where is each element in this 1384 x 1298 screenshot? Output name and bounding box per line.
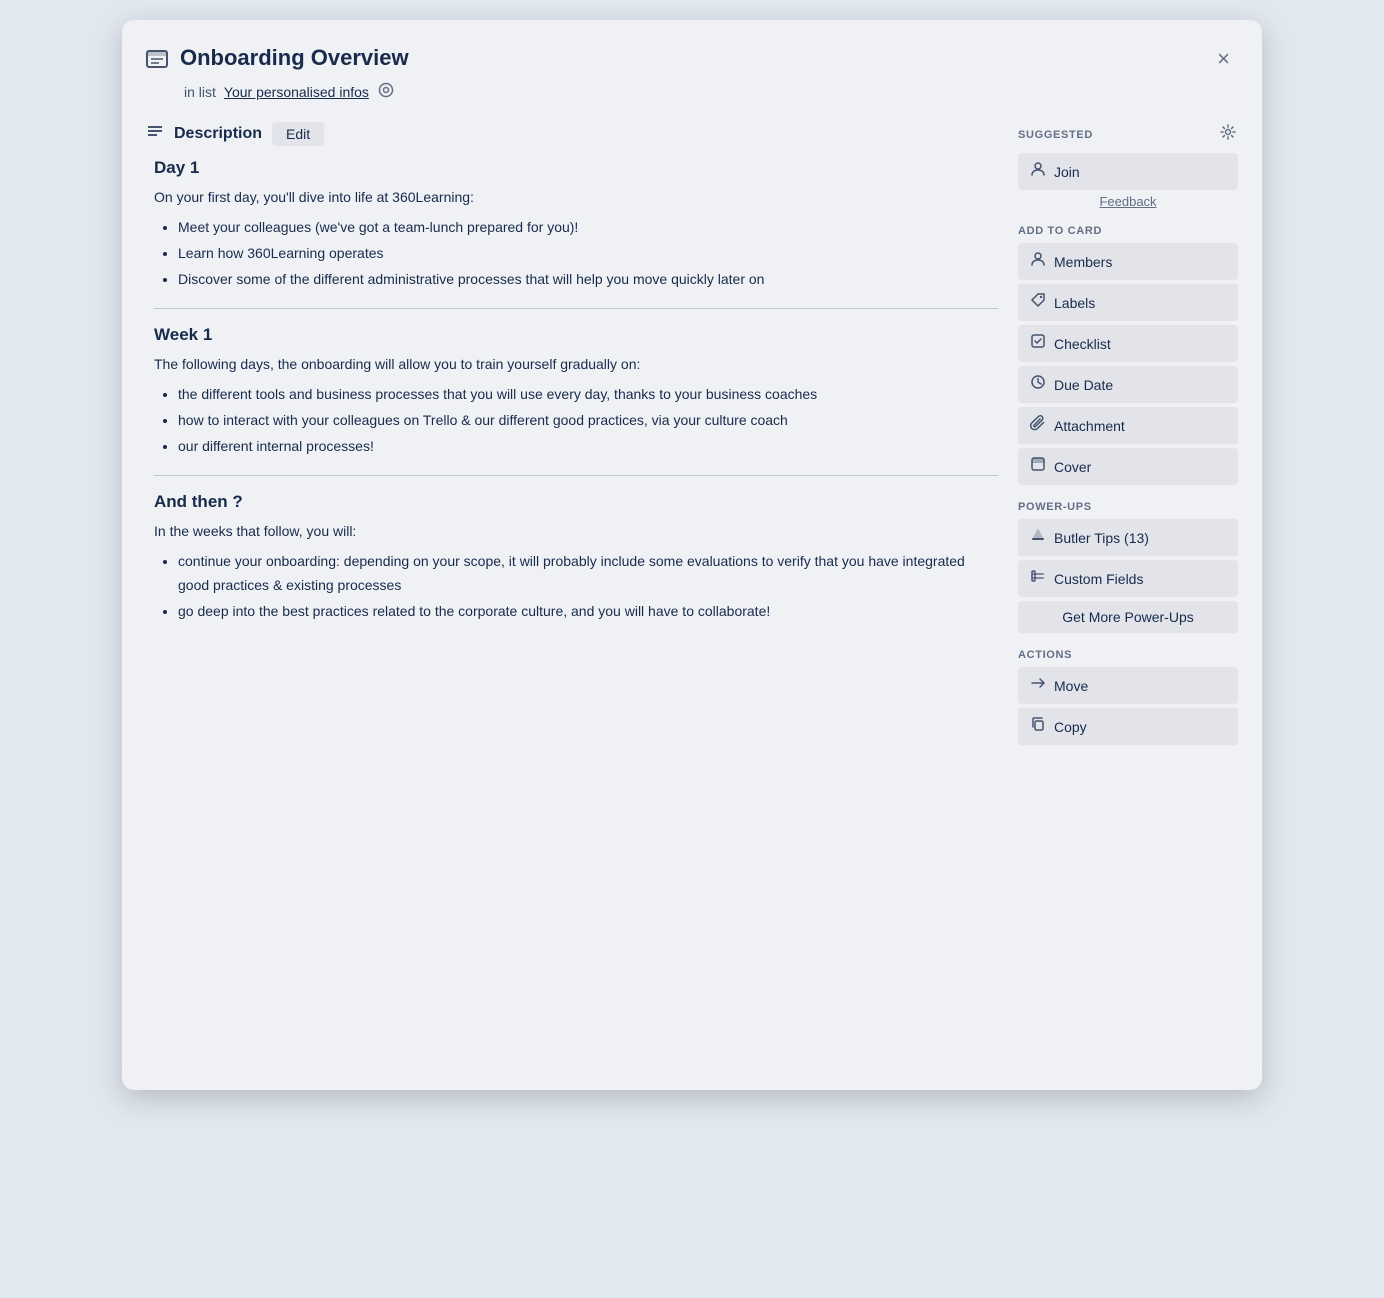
suggested-label: SUGGESTED <box>1018 122 1238 147</box>
list-item: how to interact with your colleagues on … <box>178 409 998 433</box>
custom-fields-button[interactable]: Custom Fields <box>1018 560 1238 597</box>
card-subtitle: in list Your personalised infos <box>184 81 1238 102</box>
day1-intro: On your first day, you'll dive into life… <box>154 186 998 208</box>
day1-heading: Day 1 <box>154 158 998 178</box>
subtitle-prefix: in list <box>184 84 216 100</box>
card-title: Onboarding Overview <box>180 44 409 73</box>
modal-body: Description Edit Day 1 On your first day… <box>146 122 1238 1066</box>
members-button[interactable]: Members <box>1018 243 1238 280</box>
list-item: the different tools and business process… <box>178 383 998 407</box>
andthen-heading: And then ? <box>154 492 998 512</box>
cover-button[interactable]: Cover <box>1018 448 1238 485</box>
copy-icon <box>1030 716 1046 737</box>
move-button[interactable]: Move <box>1018 667 1238 704</box>
person-icon <box>1030 161 1046 182</box>
section-divider <box>154 475 998 476</box>
custom-fields-icon <box>1030 568 1046 589</box>
list-item: Meet your colleagues (we've got a team-l… <box>178 216 998 240</box>
list-item: Learn how 360Learning operates <box>178 242 998 266</box>
section-divider <box>154 308 998 309</box>
add-to-card-label: ADD TO CARD <box>1018 225 1238 237</box>
edit-button[interactable]: Edit <box>272 122 324 146</box>
copy-button[interactable]: Copy <box>1018 708 1238 745</box>
move-icon <box>1030 675 1046 696</box>
butler-icon <box>1030 527 1046 548</box>
description-icon <box>146 123 164 146</box>
description-title: Description <box>174 125 262 143</box>
actions-label: ACTIONS <box>1018 649 1238 661</box>
list-item: our different internal processes! <box>178 435 998 459</box>
description-header: Description Edit <box>146 122 998 146</box>
andthen-bullets: continue your onboarding: depending on y… <box>154 550 998 623</box>
cover-icon <box>1030 456 1046 477</box>
butler-button[interactable]: Butler Tips (13) <box>1018 519 1238 556</box>
power-ups-label: POWER-UPS <box>1018 501 1238 513</box>
card-type-icon <box>146 48 168 75</box>
sidebar: SUGGESTED Join Feedback <box>1018 122 1238 1066</box>
checklist-button[interactable]: Checklist <box>1018 325 1238 362</box>
close-button[interactable]: × <box>1209 44 1238 74</box>
modal-header: Onboarding Overview × <box>146 44 1238 75</box>
week1-intro: The following days, the onboarding will … <box>154 353 998 375</box>
checklist-icon <box>1030 333 1046 354</box>
due-date-icon <box>1030 374 1046 395</box>
get-more-button[interactable]: Get More Power-Ups <box>1018 601 1238 633</box>
list-item: go deep into the best practices related … <box>178 600 998 624</box>
main-content: Description Edit Day 1 On your first day… <box>146 122 998 1066</box>
gear-button[interactable] <box>1218 122 1238 147</box>
content-area: Day 1 On your first day, you'll dive int… <box>146 158 998 623</box>
week1-bullets: the different tools and business process… <box>154 383 998 458</box>
list-link[interactable]: Your personalised infos <box>224 84 369 100</box>
members-icon <box>1030 251 1046 272</box>
attachment-button[interactable]: Attachment <box>1018 407 1238 444</box>
list-item: continue your onboarding: depending on y… <box>178 550 998 598</box>
card-modal: Onboarding Overview × in list Your perso… <box>122 20 1262 1090</box>
title-area: Onboarding Overview <box>146 44 1197 75</box>
andthen-intro: In the weeks that follow, you will: <box>154 520 998 542</box>
watch-icon[interactable] <box>377 81 395 102</box>
labels-button[interactable]: Labels <box>1018 284 1238 321</box>
labels-icon <box>1030 292 1046 313</box>
join-button[interactable]: Join <box>1018 153 1238 190</box>
day1-bullets: Meet your colleagues (we've got a team-l… <box>154 216 998 291</box>
attachment-icon <box>1030 415 1046 436</box>
week1-heading: Week 1 <box>154 325 998 345</box>
feedback-button[interactable]: Feedback <box>1018 194 1238 209</box>
list-item: Discover some of the different administr… <box>178 268 998 292</box>
due-date-button[interactable]: Due Date <box>1018 366 1238 403</box>
